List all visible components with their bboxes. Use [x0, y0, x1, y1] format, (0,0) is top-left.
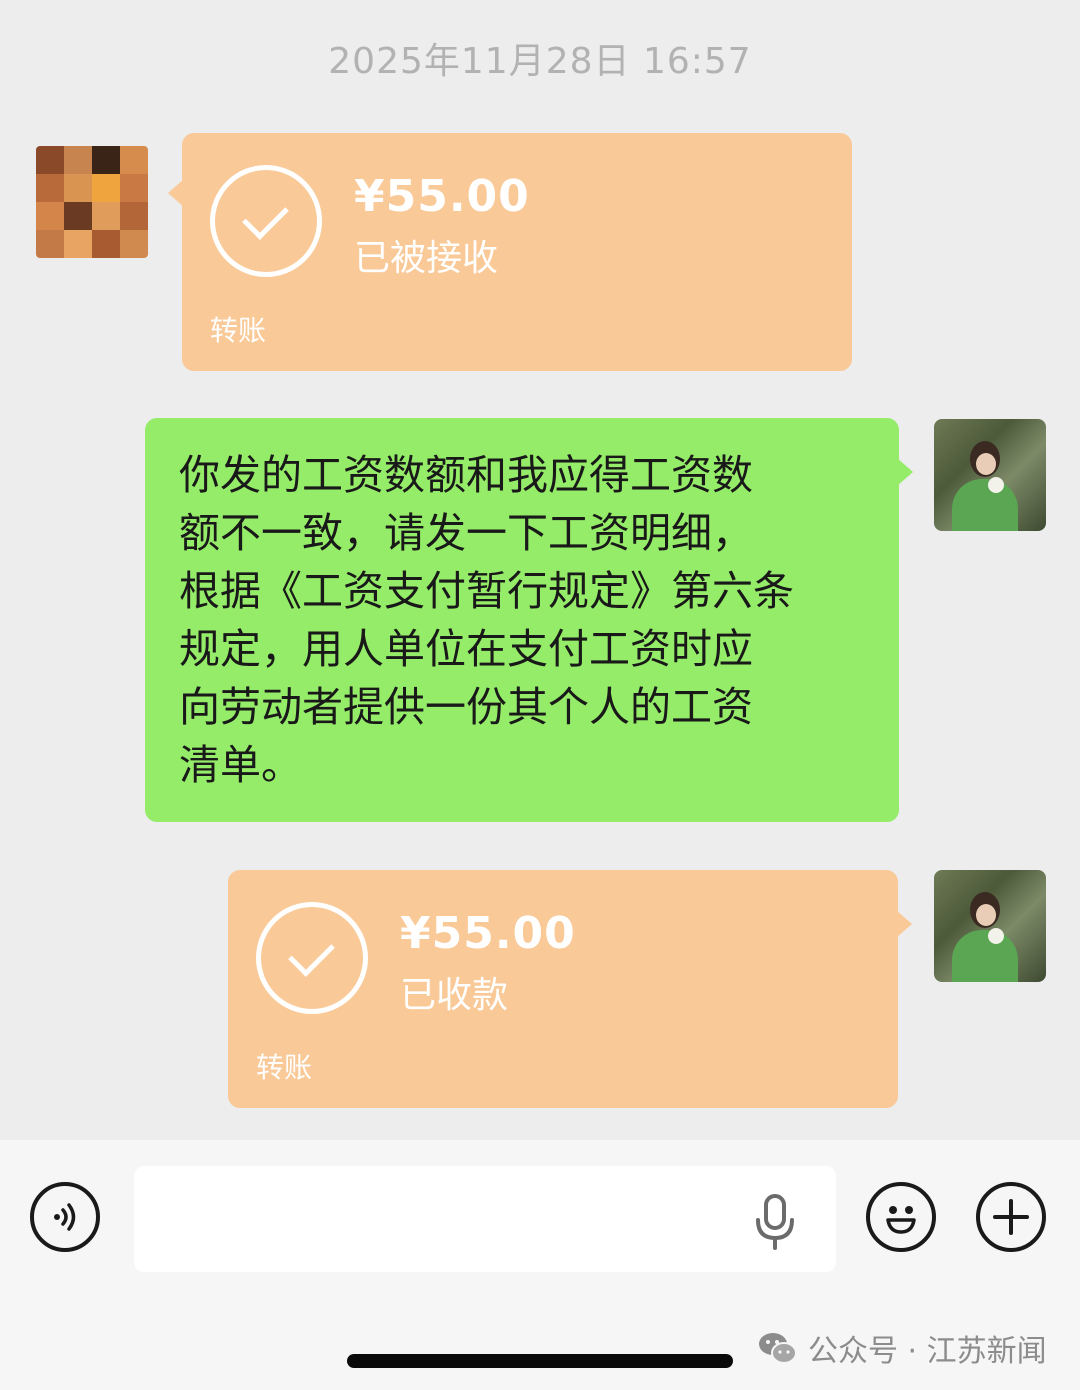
- wechat-icon: [759, 1333, 797, 1364]
- text-message-bubble[interactable]: 你发的工资数额和我应得工资数 额不一致，请发一下工资明细， 根据《工资支付暂行规…: [145, 418, 913, 822]
- message-line: 额不一致，请发一下工资明细，: [179, 509, 753, 557]
- transfer-label: 转账: [210, 314, 267, 347]
- message-input[interactable]: [134, 1166, 836, 1272]
- chat-input-bar: 公众号 · 江苏新闻: [0, 1140, 1080, 1390]
- checkmark-circle-icon: [210, 165, 322, 277]
- source-watermark: 公众号 · 江苏新闻: [758, 1326, 1047, 1370]
- self-avatar[interactable]: [934, 419, 1046, 531]
- transfer-label: 转账: [256, 1051, 313, 1084]
- plus-icon[interactable]: [976, 1182, 1046, 1252]
- message-line: 清单。: [179, 741, 302, 789]
- transfer-amount: ¥55.00: [354, 171, 530, 222]
- transfer-status: 已收款: [400, 975, 509, 1016]
- transfer-status: 已被接收: [354, 238, 499, 279]
- message-line: 根据《工资支付暂行规定》第六条: [179, 567, 794, 615]
- message-line: 向劳动者提供一份其个人的工资: [179, 683, 753, 731]
- contact-avatar[interactable]: [36, 146, 148, 258]
- checkmark-circle-icon: [256, 902, 368, 1014]
- transfer-card-received-by-contact[interactable]: ¥55.00 已被接收 转账: [168, 133, 852, 371]
- message-timestamp: 2025年11月28日 16:57: [328, 41, 752, 82]
- watermark-text: 公众号 · 江苏新闻: [808, 1334, 1047, 1369]
- transfer-amount: ¥55.00: [400, 908, 576, 959]
- message-line: 你发的工资数额和我应得工资数: [179, 451, 753, 499]
- home-indicator[interactable]: [347, 1354, 733, 1368]
- voice-icon[interactable]: [30, 1182, 100, 1252]
- transfer-card-received[interactable]: ¥55.00 已收款 转账: [228, 870, 912, 1108]
- message-line: 规定，用人单位在支付工资时应: [179, 625, 753, 673]
- self-avatar[interactable]: [934, 870, 1046, 982]
- emoji-icon[interactable]: [866, 1182, 936, 1252]
- microphone-icon[interactable]: [750, 1192, 800, 1252]
